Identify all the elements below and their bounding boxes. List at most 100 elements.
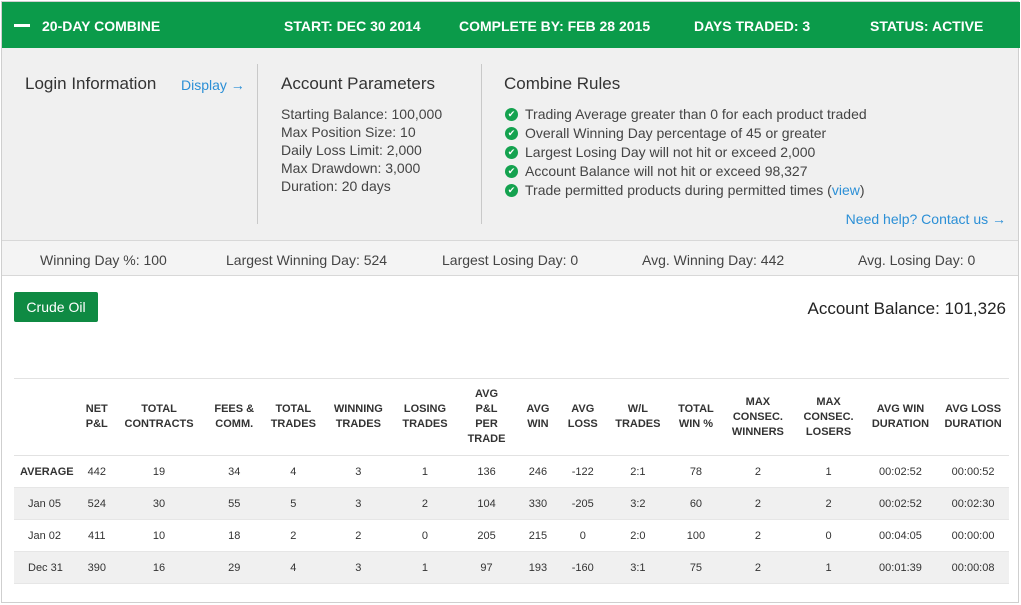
table-cell: 2 xyxy=(722,455,794,488)
param-starting-balance: Starting Balance: 100,000 xyxy=(281,106,443,122)
table-cell: 0 xyxy=(559,519,607,552)
column-header: AVG LOSS DURATION xyxy=(937,378,1009,456)
table-cell: 55 xyxy=(205,487,264,520)
table-cell: 0 xyxy=(393,519,457,552)
rule-item: ✔ Account Balance will not hit or exceed … xyxy=(504,162,867,181)
check-circle-icon: ✔ xyxy=(505,146,518,159)
table-cell: -205 xyxy=(559,487,607,520)
table-cell: 75 xyxy=(669,551,723,584)
column-header: FEES & COMM. xyxy=(205,378,264,456)
table-cell: 193 xyxy=(516,551,560,584)
table-cell: 2 xyxy=(263,519,324,552)
help-contact-link[interactable]: Need help? Contact us → xyxy=(846,211,1006,227)
column-header: MAX CONSEC. LOSERS xyxy=(793,378,864,456)
table-cell: 1 xyxy=(393,455,457,488)
table-cell: 00:00:00 xyxy=(937,519,1009,552)
table-cell: 215 xyxy=(516,519,560,552)
column-header: AVG LOSS xyxy=(559,378,607,456)
table-cell: 246 xyxy=(516,455,560,488)
daily-stats-table: NET P&L TOTAL CONTRACTS FEES & COMM. TOTAL TRAD… xyxy=(14,378,1009,584)
largest-losing-day: Largest Losing Day: 0 xyxy=(442,252,579,268)
table-cell: 2 xyxy=(722,487,794,520)
collapse-minus-icon[interactable] xyxy=(14,24,30,27)
table-cell: -122 xyxy=(559,455,607,488)
largest-winning-day: Largest Winning Day: 524 xyxy=(226,252,388,268)
table-cell: 136 xyxy=(456,455,517,488)
combine-rules-title: Combine Rules xyxy=(504,74,621,93)
info-section: Login Information Display → Account Para… xyxy=(2,48,1018,241)
column-header: AVG WIN DURATION xyxy=(863,378,938,456)
column-header: WINNING TRADES xyxy=(323,378,394,456)
table-cell: 3 xyxy=(323,487,394,520)
table-cell: 411 xyxy=(80,519,114,552)
combine-rules-list: ✔ Trading Average greater than 0 for each… xyxy=(504,105,867,200)
param-max-position: Max Position Size: 10 xyxy=(281,124,416,140)
view-permitted-link[interactable]: view xyxy=(832,182,860,198)
table-cell: 3:1 xyxy=(606,551,670,584)
complete-by-date: COMPLETE BY: FEB 28 2015 xyxy=(459,18,651,34)
table-cell: 1 xyxy=(793,551,864,584)
table-cell: 2 xyxy=(722,519,794,552)
winning-day-pct: Winning Day %: 100 xyxy=(40,252,167,268)
table-cell: 524 xyxy=(80,487,114,520)
divider xyxy=(257,64,258,224)
table-cell: 97 xyxy=(456,551,517,584)
table-cell: 442 xyxy=(80,455,114,488)
table-cell: 2 xyxy=(393,487,457,520)
table-cell: 205 xyxy=(456,519,517,552)
combine-title: 20-DAY COMBINE xyxy=(42,18,161,34)
table-cell: 00:02:52 xyxy=(863,487,938,520)
account-params-title: Account Parameters xyxy=(281,74,436,93)
table-cell: 2 xyxy=(793,487,864,520)
column-header: MAX CONSEC. WINNERS xyxy=(722,378,794,456)
table-row: Jan 02 411 10 18 2 2 0 205 215 0 2:0 100 2 0 00:04:05 0… xyxy=(14,519,1009,552)
days-traded: DAYS TRADED: 3 xyxy=(694,18,811,34)
table-cell: 1 xyxy=(393,551,457,584)
start-date: START: DEC 30 2014 xyxy=(284,18,421,34)
table-cell: 60 xyxy=(669,487,723,520)
rule-item: ✔ Trading Average greater than 0 for each… xyxy=(504,105,867,124)
table-cell: 5 xyxy=(263,487,324,520)
row-label-cell: Jan 02 xyxy=(14,519,81,552)
column-header: W/L TRADES xyxy=(606,378,670,456)
table-cell: 18 xyxy=(205,519,264,552)
avg-losing-day: Avg. Losing Day: 0 xyxy=(858,252,976,268)
table-row: Jan 05 524 30 55 5 3 2 104 330 -205 3:2 60 2 2 00:02:5… xyxy=(14,487,1009,520)
table-cell: 2 xyxy=(323,519,394,552)
table-cell: 78 xyxy=(669,455,723,488)
table-cell: 0 xyxy=(793,519,864,552)
param-duration: Duration: 20 days xyxy=(281,178,391,194)
table-cell: 00:02:30 xyxy=(937,487,1009,520)
login-display-link[interactable]: Display → xyxy=(181,77,245,93)
column-header xyxy=(14,378,81,456)
table-cell: 104 xyxy=(456,487,517,520)
average-row: AVERAGE 442 19 34 4 3 1 136 246 -122 2:1 78 2 1 00:02:… xyxy=(14,455,1009,488)
login-info-title: Login Information xyxy=(25,74,157,93)
table-cell: 3 xyxy=(323,551,394,584)
summary-stats-bar: Winning Day %: 100 Largest Winning Day: … xyxy=(2,241,1018,276)
column-header: AVG P&L PER TRADE xyxy=(456,378,517,456)
param-max-drawdown: Max Drawdown: 3,000 xyxy=(281,160,421,176)
check-circle-icon: ✔ xyxy=(505,165,518,178)
rule-item: ✔ Overall Winning Day percentage of 45 or… xyxy=(504,124,867,143)
table-cell: 2:0 xyxy=(606,519,670,552)
table-cell: 00:02:52 xyxy=(863,455,938,488)
status: STATUS: ACTIVE xyxy=(870,18,984,34)
row-label-cell: Jan 05 xyxy=(14,487,81,520)
table-cell: 19 xyxy=(113,455,206,488)
check-circle-icon: ✔ xyxy=(505,127,518,140)
rule-item: ✔ Trade permitted products during permitt… xyxy=(504,181,867,200)
combine-header-bar[interactable]: 20-DAY COMBINE START: DEC 30 2014 COMPLE… xyxy=(2,2,1020,48)
column-header: LOSING TRADES xyxy=(393,378,457,456)
table-cell: 3:2 xyxy=(606,487,670,520)
table-cell: 2:1 xyxy=(606,455,670,488)
table-cell: 29 xyxy=(205,551,264,584)
table-cell: 00:01:39 xyxy=(863,551,938,584)
table-cell: 30 xyxy=(113,487,206,520)
crude-oil-button[interactable]: Crude Oil xyxy=(14,292,98,322)
combine-panel: 20-DAY COMBINE START: DEC 30 2014 COMPLE… xyxy=(1,1,1020,603)
check-circle-icon: ✔ xyxy=(505,184,518,197)
table-cell: 10 xyxy=(113,519,206,552)
avg-winning-day: Avg. Winning Day: 442 xyxy=(642,252,785,268)
column-header: TOTAL CONTRACTS xyxy=(113,378,206,456)
